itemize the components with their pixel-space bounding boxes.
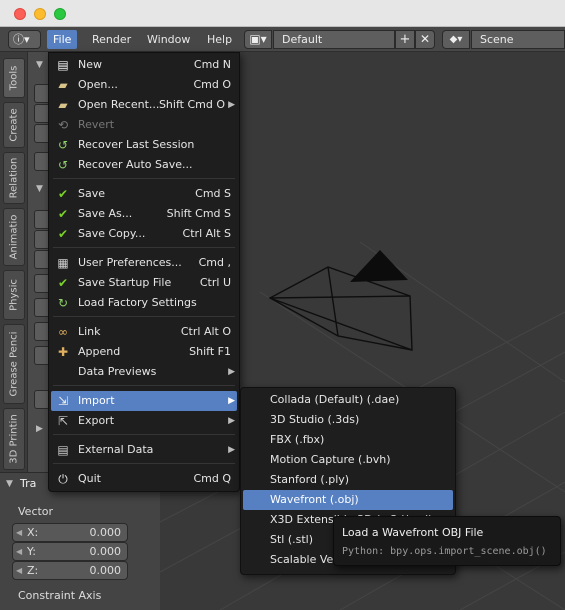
file-menu: ▤ New Cmd N ▰ Open... Cmd O ▰ Open Recent.… — [48, 52, 240, 492]
decrement-icon[interactable]: ◀ — [16, 524, 22, 541]
editor-type-button[interactable]: ⓘ▾ — [8, 30, 41, 49]
menu-item-save-as[interactable]: ✔ Save As... Shift Cmd S — [51, 204, 237, 224]
import-item-3ds[interactable]: 3D Studio (.3ds) — [243, 410, 453, 430]
panel-collapse-icon[interactable]: ▼ — [36, 184, 43, 194]
menu-item-external-data[interactable]: ▤ External Data ▶ — [51, 440, 237, 460]
menu-item-user-preferences[interactable]: ▦ User Preferences... Cmd , — [51, 253, 237, 273]
recover-icon: ↺ — [57, 138, 69, 152]
menu-item-recover-last-session[interactable]: ↺ Recover Last Session — [51, 135, 237, 155]
import-item-collada[interactable]: Collada (Default) (.dae) — [243, 390, 453, 410]
menu-separator — [53, 385, 235, 386]
vector-z-field[interactable]: ◀ Z: 0.000 — [12, 561, 128, 580]
vector-x-field[interactable]: ◀ X: 0.000 — [12, 523, 128, 542]
screen-layout-field[interactable]: Default — [273, 30, 395, 49]
tool-shelf-tabs: Tools Create Relation Animatio Physic Gr… — [0, 52, 28, 472]
last-operator-panel: ▼ Tra Vector ◀ X: 0.000 ◀ Y: 0.000 ◀ Z: … — [0, 472, 160, 610]
tab-3d-printing[interactable]: 3D Printin — [3, 408, 25, 470]
remove-layout-icon[interactable]: ✕ — [415, 30, 435, 49]
menu-separator — [53, 434, 235, 435]
decrement-icon[interactable]: ◀ — [16, 543, 22, 560]
info-header: ⓘ▾ File Render Window Help ▣▾ Default + … — [0, 27, 565, 52]
tooltip-python: Python: bpy.ops.import_scene.obj() — [342, 546, 547, 557]
external-data-icon: ▤ — [57, 443, 69, 457]
import-item-ply[interactable]: Stanford (.ply) — [243, 470, 453, 490]
menu-item-new[interactable]: ▤ New Cmd N — [51, 55, 237, 75]
check-icon: ✔ — [57, 187, 69, 201]
tab-create[interactable]: Create — [3, 102, 25, 148]
submenu-arrow-icon: ▶ — [228, 416, 235, 426]
tab-animation[interactable]: Animatio — [3, 208, 25, 266]
import-item-obj[interactable]: Wavefront (.obj) — [243, 490, 453, 510]
menu-item-open-recent[interactable]: ▰ Open Recent... Shift Cmd O ▶ — [51, 95, 237, 115]
open-recent-icon: ▰ — [58, 98, 68, 112]
decrement-icon[interactable]: ◀ — [16, 562, 22, 579]
menu-separator — [53, 178, 235, 179]
constraint-axis-label: Constraint Axis — [18, 589, 102, 602]
tab-tools[interactable]: Tools — [3, 58, 25, 98]
zoom-window-button[interactable] — [54, 8, 66, 20]
check-icon: ✔ — [57, 227, 69, 241]
tab-grease-pencil[interactable]: Grease Penci — [3, 324, 25, 404]
link-icon: ∞ — [58, 325, 68, 339]
menu-item-append[interactable]: ✚ Append Shift F1 — [51, 342, 237, 362]
revert-icon: ⟲ — [57, 118, 69, 132]
import-icon: ⇲ — [57, 394, 69, 408]
menu-item-data-previews[interactable]: Data Previews ▶ — [51, 362, 237, 382]
operator-title: Tra — [20, 477, 37, 490]
scene-icon[interactable]: ◆▾ — [442, 30, 470, 49]
save-startup-icon: ✔ — [57, 276, 69, 290]
tab-relations[interactable]: Relation — [3, 152, 25, 204]
menu-separator — [53, 463, 235, 464]
add-layout-icon[interactable]: + — [395, 30, 415, 49]
menu-item-revert: ⟲ Revert — [57, 118, 115, 132]
menu-item-export[interactable]: ⇱ Export ▶ — [51, 411, 237, 431]
panel-collapse-icon[interactable]: ▼ — [36, 60, 43, 70]
scene-field[interactable]: Scene — [471, 30, 565, 49]
menu-file[interactable]: File — [47, 30, 78, 49]
vector-y-field[interactable]: ◀ Y: 0.000 — [12, 542, 128, 561]
menu-item-quit[interactable]: ⏻ Quit Cmd Q — [51, 469, 237, 489]
menu-render[interactable]: Render — [86, 30, 137, 49]
append-icon: ✚ — [57, 345, 69, 359]
menu-window[interactable]: Window — [141, 30, 196, 49]
menu-item-save-startup-file[interactable]: ✔ Save Startup File Ctrl U — [51, 273, 237, 293]
vector-label: Vector — [18, 505, 54, 518]
close-window-button[interactable] — [14, 8, 26, 20]
preferences-icon: ▦ — [57, 256, 69, 270]
folder-icon: ▰ — [58, 78, 68, 92]
recover-icon: ↺ — [57, 158, 69, 172]
menu-item-recover-auto-save[interactable]: ↺ Recover Auto Save... — [51, 155, 237, 175]
panel-collapse-icon[interactable]: ▼ — [6, 479, 13, 489]
check-icon: ✔ — [57, 207, 69, 221]
tab-physics[interactable]: Physic — [3, 270, 25, 320]
submenu-arrow-icon: ▶ — [228, 396, 235, 406]
menu-item-save[interactable]: ✔ Save Cmd S — [51, 184, 237, 204]
submenu-arrow-icon: ▶ — [228, 100, 235, 110]
import-item-fbx[interactable]: FBX (.fbx) — [243, 430, 453, 450]
tooltip-title: Load a Wavefront OBJ File — [342, 526, 484, 539]
new-file-icon: ▤ — [57, 58, 69, 72]
menu-item-open[interactable]: ▰ Open... Cmd O — [51, 75, 237, 95]
menu-item-link[interactable]: ∞ Link Ctrl Alt O — [51, 322, 237, 342]
panel-expand-icon[interactable]: ▶ — [36, 424, 43, 434]
submenu-arrow-icon: ▶ — [228, 445, 235, 455]
menu-help[interactable]: Help — [201, 30, 238, 49]
minimize-window-button[interactable] — [34, 8, 46, 20]
quit-icon: ⏻ — [58, 472, 68, 486]
menu-item-load-factory-settings[interactable]: ↻ Load Factory Settings — [51, 293, 237, 313]
menu-separator — [53, 316, 235, 317]
menu-item-import[interactable]: ⇲ Import ▶ — [51, 391, 237, 411]
import-item-bvh[interactable]: Motion Capture (.bvh) — [243, 450, 453, 470]
load-factory-icon: ↻ — [57, 296, 69, 310]
menu-separator — [53, 247, 235, 248]
window-titlebar — [0, 0, 565, 27]
submenu-arrow-icon: ▶ — [228, 367, 235, 377]
tooltip: Load a Wavefront OBJ File Python: bpy.op… — [333, 516, 561, 566]
menu-item-save-copy[interactable]: ✔ Save Copy... Ctrl Alt S — [51, 224, 237, 244]
export-icon: ⇱ — [57, 414, 69, 428]
screen-layout-icon[interactable]: ▣▾ — [244, 30, 272, 49]
